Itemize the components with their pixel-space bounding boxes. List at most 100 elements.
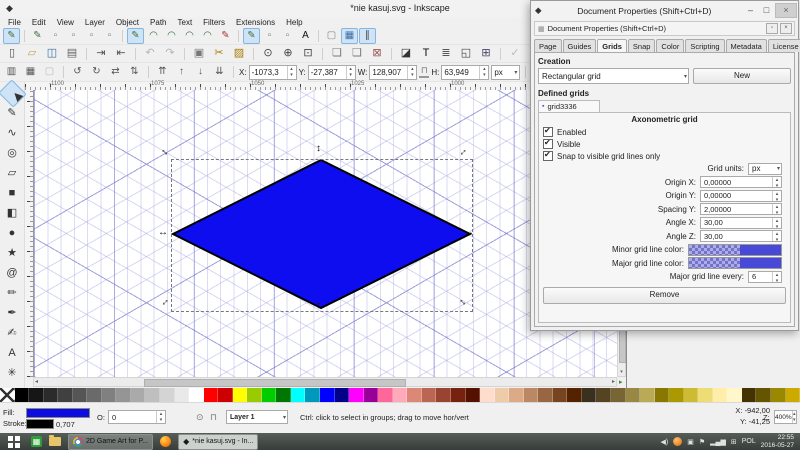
spinner[interactable]: ▴ ▾ [791,411,796,423]
spinner[interactable]: ▴ ▾ [772,271,781,284]
checkbox[interactable] [543,138,553,149]
palette-swatch[interactable] [29,388,44,402]
scale-handle-s[interactable]: ↕ [316,301,321,311]
fill-stroke-dialog[interactable]: ◪ [397,45,415,62]
dock-close-button[interactable]: × [780,23,792,34]
palette-swatch[interactable] [232,388,248,402]
spinner[interactable]: ▴ ▾ [407,65,416,79]
palette-swatch[interactable] [276,388,291,402]
palette-swatch[interactable] [378,388,393,402]
segment-curve[interactable]: ✎ [217,28,234,44]
x-input[interactable]: -1073,3 ▴ ▾ [248,64,297,80]
raise[interactable]: ↑ [173,64,190,80]
palette-swatch[interactable] [43,388,59,402]
horizontal-scrollbar[interactable]: ◂ ▸ [33,377,617,387]
checkbox-row[interactable]: Enabled [543,126,786,138]
rotate-ccw[interactable]: ↺ [69,64,86,80]
duplicate[interactable]: ❏ [328,45,346,62]
clock[interactable]: 22:55 2016-05-27 [761,434,796,450]
spiral-tool[interactable]: @ [2,264,23,283]
spinner[interactable]: ▴ ▾ [286,65,296,79]
create-clone[interactable]: ❑ [348,45,366,62]
palette-swatch[interactable] [494,388,510,402]
delete-segment[interactable]: ▫ [101,28,118,44]
palette-swatch[interactable] [669,388,684,402]
menu-item[interactable]: Text [178,18,193,27]
zoom-drawing[interactable]: ⊕ [279,45,297,62]
save-document[interactable]: ◫ [43,45,61,62]
grid-tab[interactable]: ▪ grid3336 [538,100,600,112]
palette-swatch[interactable] [683,388,699,402]
flip-vertical[interactable]: ⇅ [126,64,143,80]
palette-swatch[interactable] [392,388,408,402]
insert-x[interactable]: ▫ [279,28,296,44]
palette-swatch[interactable] [450,388,466,402]
undo[interactable]: ↶ [141,45,159,62]
palette-swatch[interactable] [509,388,524,402]
dock-header[interactable]: ▦ Document Properties (Shift+Ctrl+D) ▫ × [534,21,795,36]
palette-swatch[interactable] [421,388,437,402]
spinner[interactable]: ▴ ▾ [772,204,781,216]
scale-handle-sw[interactable]: ↔ [157,294,172,309]
color-swatch[interactable] [688,243,782,256]
layer-lock-icon[interactable]: ⊓ [210,412,217,423]
dialog-tab[interactable]: License [767,39,800,52]
palette-swatch[interactable] [770,388,786,402]
node-corner[interactable]: ✎ [127,28,144,44]
stroke-swatch[interactable] [26,419,54,429]
palette-swatch[interactable] [363,388,379,402]
palette-swatch[interactable] [14,388,30,402]
tray-app-icon[interactable] [673,437,683,446]
spinner[interactable]: ▴ ▾ [772,231,781,243]
checkbox[interactable] [543,150,553,161]
cut[interactable]: ✂ [210,45,228,62]
palette-swatch[interactable] [640,388,655,402]
palette-swatch[interactable] [538,388,553,402]
palette-swatch[interactable] [581,388,597,402]
break-nodes[interactable]: ▫ [65,28,82,44]
spinner[interactable]: ▴ ▾ [345,65,355,79]
dialog-tab[interactable]: Page [534,39,562,52]
spin-input[interactable]: 2,00000 ▴ ▾ [700,203,782,216]
palette-swatch[interactable] [741,388,757,402]
menu-item[interactable]: View [57,18,74,27]
palette-swatch[interactable] [712,388,728,402]
object-to-path[interactable]: ✎ [243,28,260,44]
palette-swatch[interactable] [247,388,262,402]
dialog-tab[interactable]: Color [656,39,685,52]
copy[interactable]: ▣ [190,45,208,62]
spinner[interactable]: ▴ ▾ [772,190,781,203]
palette-swatch[interactable] [101,388,117,402]
zoom-input[interactable]: 400% ▴ ▾ [774,410,797,424]
dialog-tab[interactable]: Metadata [725,39,767,52]
inkscape-task-button[interactable]: ◆ *nie kasuj.svg - In... [178,433,259,450]
rectangle-tool[interactable]: ■ [2,184,23,203]
zoom-page[interactable]: ⊡ [299,45,317,62]
palette-swatch[interactable] [174,388,190,402]
palette-swatch[interactable] [130,388,146,402]
palette-swatch[interactable] [334,388,350,402]
scale-handle-n[interactable]: ↕ [316,144,321,154]
language-indicator[interactable]: POL [742,438,756,445]
remove-grid-button[interactable]: Remove [543,286,786,304]
menu-item[interactable]: Layer [85,18,105,27]
import[interactable]: ⇥ [92,45,110,62]
palette-swatch[interactable] [0,388,15,402]
dialog-titlebar[interactable]: ◆ Document Properties (Shift+Ctrl+D) – □… [531,1,798,20]
dialog-tab[interactable]: Grids [597,39,627,52]
menu-item[interactable]: Help [286,18,302,27]
flag-icon[interactable]: ⚑ [699,438,705,446]
maximize-button[interactable]: □ [759,4,774,17]
node-auto[interactable]: ◠ [181,28,198,44]
tweak-tool[interactable]: ∿ [2,124,23,143]
menu-item[interactable]: Extensions [236,18,275,27]
spinner[interactable]: ▴ ▾ [156,411,165,423]
menu-item[interactable]: Edit [32,18,46,27]
text-a[interactable]: A [297,28,314,44]
minimize-button[interactable]: – [743,4,758,17]
checkbox-row[interactable]: Snap to visible grid lines only [543,150,786,162]
palette-swatch[interactable] [407,388,422,402]
scroll-right-icon[interactable]: ▸ [612,378,615,387]
palette-swatch[interactable] [552,388,568,402]
star-tool[interactable]: ★ [2,244,23,263]
